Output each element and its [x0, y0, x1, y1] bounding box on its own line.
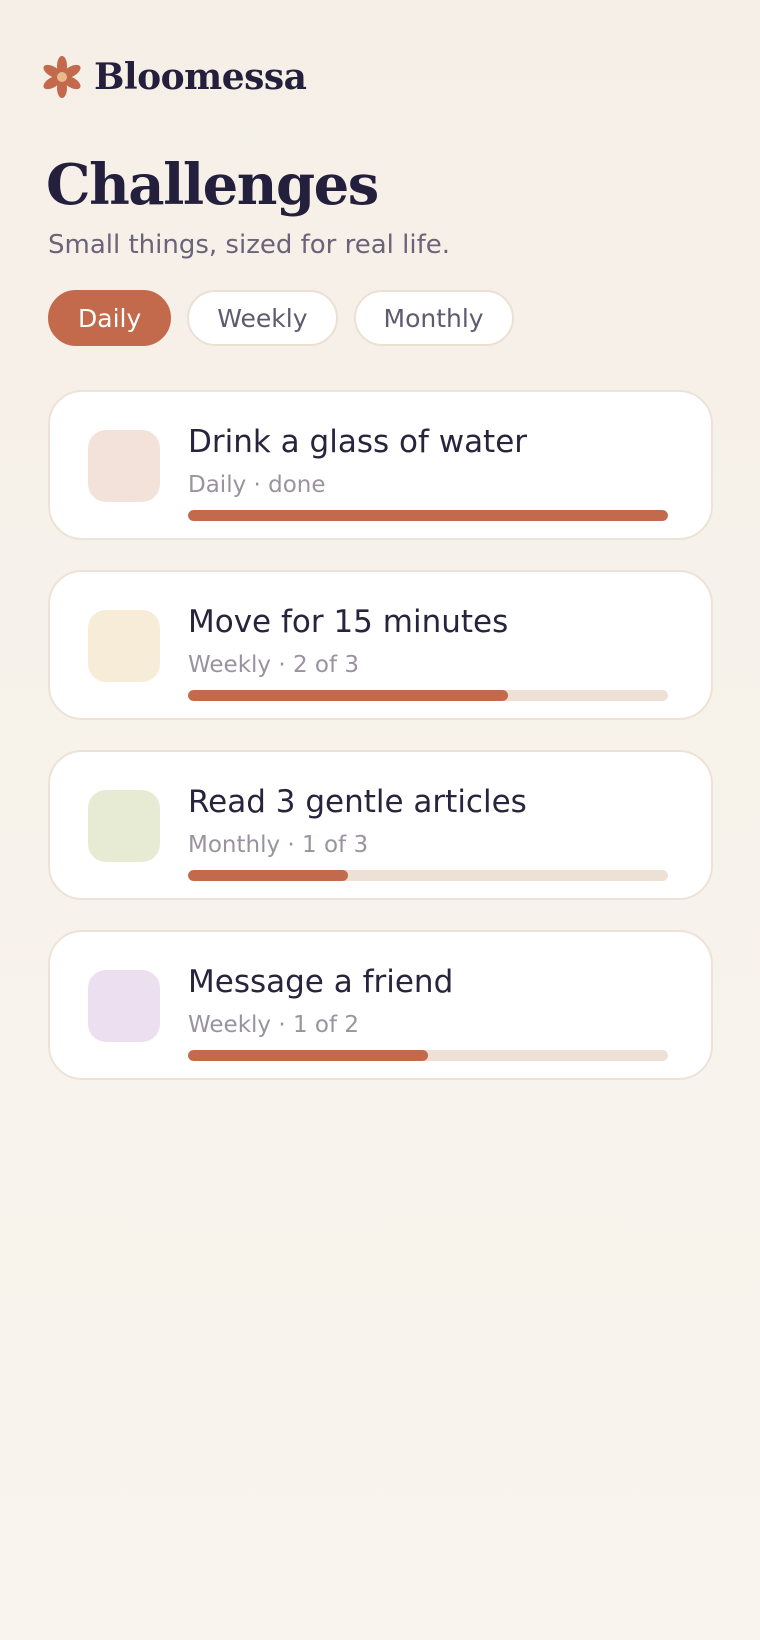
progress-bar: [188, 690, 668, 701]
page-subtitle: Small things, sized for real life.: [48, 230, 451, 260]
flower-icon: [42, 55, 82, 99]
challenge-title: Read 3 gentle articles: [188, 784, 527, 820]
filter-monthly[interactable]: Monthly: [353, 290, 514, 346]
challenge-title: Move for 15 minutes: [188, 604, 509, 640]
progress-bar: [188, 1050, 668, 1061]
challenge-thumbnail: [88, 610, 160, 682]
progress-fill: [188, 1050, 428, 1061]
brand-name: Bloomessa: [94, 56, 307, 98]
filter-chips: Daily Weekly Monthly: [48, 290, 514, 346]
challenge-thumbnail: [88, 970, 160, 1042]
progress-bar: [188, 870, 668, 881]
progress-fill: [188, 510, 668, 521]
filter-daily[interactable]: Daily: [48, 290, 172, 346]
app-header: Bloomessa: [42, 50, 307, 104]
progress-bar: [188, 510, 668, 521]
challenge-title: Drink a glass of water: [188, 424, 528, 460]
filter-weekly[interactable]: Weekly: [187, 290, 338, 346]
challenge-card[interactable]: Drink a glass of water Daily · done: [48, 390, 713, 540]
challenge-card[interactable]: Read 3 gentle articles Monthly · 1 of 3: [48, 750, 713, 900]
challenge-meta: Weekly · 1 of 2: [188, 1012, 360, 1038]
challenge-thumbnail: [88, 430, 160, 502]
progress-fill: [188, 870, 348, 881]
challenge-card[interactable]: Move for 15 minutes Weekly · 2 of 3: [48, 570, 713, 720]
challenge-meta: Daily · done: [188, 472, 326, 498]
challenge-meta: Weekly · 2 of 3: [188, 652, 360, 678]
page-title: Challenges: [46, 152, 379, 218]
challenge-meta: Monthly · 1 of 3: [188, 832, 369, 858]
challenge-thumbnail: [88, 790, 160, 862]
challenge-card[interactable]: Message a friend Weekly · 1 of 2: [48, 930, 713, 1080]
challenge-list: Drink a glass of water Daily · done Move…: [48, 390, 713, 1110]
progress-fill: [188, 690, 509, 701]
challenge-title: Message a friend: [188, 964, 454, 1000]
